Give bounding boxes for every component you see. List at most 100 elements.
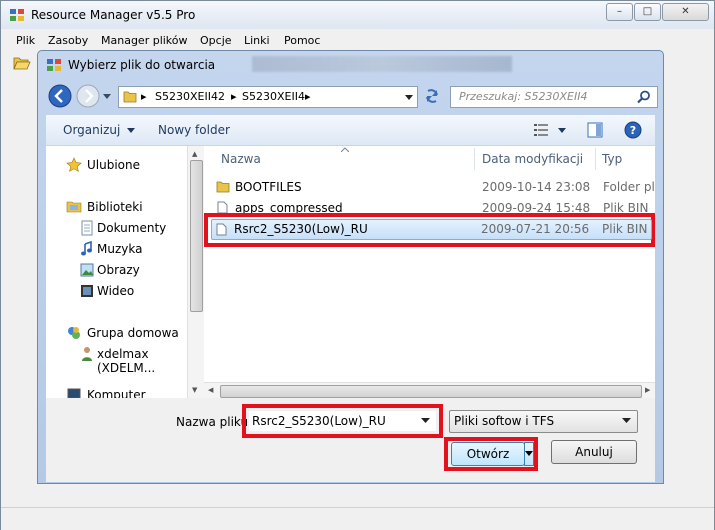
column-date[interactable]: Data modyfikacji — [482, 152, 583, 166]
view-options-icon[interactable] — [533, 123, 549, 137]
dialog-footer: Nazwa pliku: Rsrc2_S5230(Low)_RU Pliki s… — [46, 398, 655, 482]
pictures-icon — [80, 263, 94, 277]
sort-ascending-icon — [341, 147, 349, 152]
open-options-button[interactable] — [524, 442, 534, 466]
scroll-left-icon[interactable]: ◀ — [208, 386, 213, 394]
filename-input[interactable]: Rsrc2_S5230(Low)_RU — [249, 411, 436, 431]
app-icon — [10, 9, 24, 21]
preview-pane-icon[interactable] — [587, 122, 603, 138]
file-row[interactable]: apps_compressed 2009-09-24 15:48 Plik BI… — [212, 198, 655, 214]
open-chevron-icon — [525, 451, 533, 456]
refresh-icon[interactable] — [422, 87, 442, 105]
menu-opcje[interactable]: Opcje — [200, 34, 232, 47]
breadcrumb-item[interactable]: S5230XEII4 — [242, 90, 305, 103]
file-list: Nazwa Data modyfikacji Typ BOOTFILES 200… — [204, 146, 655, 399]
view-chevron-icon[interactable] — [558, 128, 566, 134]
file-row[interactable]: BOOTFILES 2009-10-14 23:08 Folder plików — [212, 177, 655, 198]
column-name[interactable]: Nazwa — [221, 152, 261, 166]
breadcrumb-item[interactable]: S5230XEII42 — [155, 90, 225, 103]
menu-zasoby[interactable]: Zasoby — [48, 34, 88, 47]
filename-label: Nazwa pliku: — [176, 415, 253, 429]
nav-vertical-scrollbar[interactable]: ▲ ▼ — [187, 146, 204, 398]
breadcrumb-separator-icon[interactable]: ▸ — [231, 90, 237, 103]
menu-manager-plikow[interactable]: Manager plików — [101, 34, 188, 47]
scroll-down-icon[interactable]: ▼ — [192, 386, 197, 394]
folder-icon — [123, 91, 137, 103]
folder-icon — [216, 181, 230, 193]
favorites-star-icon — [66, 157, 82, 172]
nav-music[interactable]: Muzyka — [97, 242, 142, 256]
forward-arrow-icon[interactable] — [76, 84, 100, 108]
file-date: 2009-10-14 23:08 — [482, 180, 591, 194]
menu-linki[interactable]: Linki — [244, 34, 270, 47]
file-date: 2009-07-21 20:56 — [481, 222, 590, 236]
column-divider — [474, 148, 475, 170]
column-type[interactable]: Typ — [602, 152, 622, 166]
command-bar: Organizuj Nowy folder ? — [46, 115, 655, 146]
nav-computer[interactable]: Komputer — [87, 388, 146, 398]
blurred-region — [252, 56, 512, 72]
search-icon[interactable] — [637, 90, 651, 104]
address-bar[interactable]: ▸ S5230XEII42 ▸ S5230XEII4 ▸ — [118, 86, 418, 108]
cancel-button[interactable]: Anuluj — [551, 440, 637, 464]
file-type-dropdown-icon[interactable] — [622, 418, 631, 424]
app-icon — [47, 59, 61, 71]
minimize-button[interactable]: – — [606, 3, 633, 21]
file-type: Folder plików — [603, 180, 655, 194]
open-folder-icon[interactable] — [13, 56, 31, 70]
nav-homegroup[interactable]: Grupa domowa — [87, 326, 179, 340]
scroll-up-icon[interactable]: ▲ — [192, 150, 197, 158]
help-icon[interactable]: ? — [624, 121, 642, 139]
homegroup-icon — [68, 327, 80, 339]
organize-button[interactable]: Organizuj — [63, 123, 120, 137]
videos-icon — [81, 285, 93, 297]
window-title: Resource Manager v5.5 Pro — [31, 8, 196, 22]
nav-videos[interactable]: Wideo — [97, 284, 134, 298]
menu-pomoc[interactable]: Pomoc — [284, 34, 320, 47]
scroll-thumb[interactable] — [190, 160, 203, 312]
file-name: Rsrc2_S5230(Low)_RU — [234, 222, 368, 236]
search-placeholder: Przeszukaj: S5230XEII4 — [459, 90, 588, 103]
menu-plik[interactable]: Plik — [16, 34, 35, 47]
menu-bar: Plik Zasoby Manager plików Opcje Linki P… — [1, 31, 714, 51]
status-bar — [1, 507, 714, 530]
file-horizontal-scrollbar[interactable]: ◀ ▶ — [204, 382, 655, 399]
navigation-pane: Ulubione Biblioteki Dokumenty Muzyka Obr… — [46, 146, 203, 398]
computer-icon — [67, 388, 81, 398]
nav-favorites[interactable]: Ulubione — [87, 158, 140, 172]
open-file-dialog: Wybierz plik do otwarcia ▸ S5230XEII42 ▸… — [37, 50, 664, 484]
open-button[interactable]: Otwórz — [451, 442, 525, 466]
nav-libraries[interactable]: Biblioteki — [87, 200, 143, 214]
filename-value: Rsrc2_S5230(Low)_RU — [252, 414, 386, 428]
libraries-icon — [66, 201, 82, 213]
file-type-select[interactable]: Pliki softow i TFS — [449, 410, 638, 433]
organize-chevron-icon[interactable] — [127, 128, 135, 134]
close-button[interactable]: ✕ — [662, 3, 709, 21]
column-divider — [595, 148, 596, 170]
back-arrow-icon[interactable] — [48, 84, 72, 108]
music-icon — [81, 241, 92, 256]
recent-pages-chevron-icon[interactable] — [102, 93, 112, 101]
new-folder-button[interactable]: Nowy folder — [158, 123, 230, 137]
user-icon — [82, 347, 92, 361]
search-input[interactable]: Przeszukaj: S5230XEII4 — [450, 86, 658, 108]
nav-documents[interactable]: Dokumenty — [97, 221, 166, 235]
window-titlebar[interactable]: Resource Manager v5.5 Pro – □ ✕ — [1, 1, 714, 29]
filename-dropdown-icon[interactable] — [421, 418, 430, 424]
file-type: Plik BIN — [602, 222, 648, 236]
file-type-value: Pliki softow i TFS — [454, 414, 555, 428]
scroll-right-icon[interactable]: ▶ — [645, 386, 650, 394]
maximize-button[interactable]: □ — [634, 3, 661, 21]
column-header-row: Nazwa Data modyfikacji Typ — [204, 146, 655, 172]
svg-text:?: ? — [630, 124, 636, 137]
file-row-selected[interactable]: Rsrc2_S5230(Low)_RU 2009-07-21 20:56 Pli… — [211, 219, 652, 240]
breadcrumb-separator-icon[interactable]: ▸ — [141, 90, 147, 103]
scroll-thumb[interactable] — [220, 385, 642, 398]
breadcrumb-separator-icon[interactable]: ▸ — [305, 90, 311, 103]
dialog-title: Wybierz plik do otwarcia — [68, 58, 216, 72]
file-icon — [216, 223, 227, 236]
documents-icon — [81, 220, 93, 236]
address-dropdown-icon[interactable] — [404, 94, 414, 101]
file-name: BOOTFILES — [235, 180, 302, 194]
nav-pictures[interactable]: Obrazy — [97, 263, 140, 277]
